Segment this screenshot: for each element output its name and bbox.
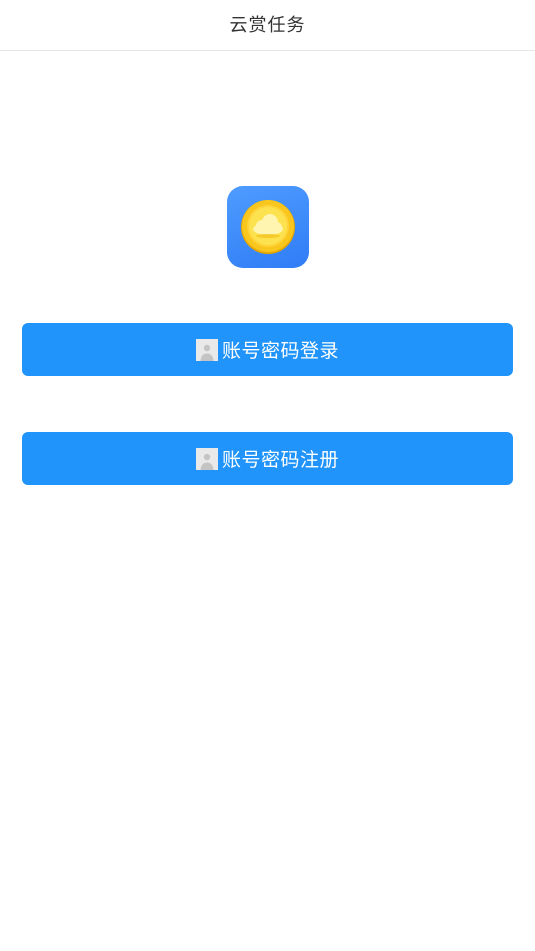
app-logo: [227, 186, 309, 268]
navigation-bar: 云赏任务: [0, 0, 535, 51]
page-title: 云赏任务: [229, 15, 306, 36]
user-placeholder-icon: [195, 447, 218, 470]
register-button-label: 账号密码注册: [221, 449, 339, 471]
register-button[interactable]: 账号密码注册: [22, 432, 513, 485]
login-button-label: 账号密码登录: [221, 340, 339, 362]
login-button[interactable]: 账号密码登录: [22, 323, 513, 376]
app-screen: 云赏任务 账号密码登录 账号密码注册: [0, 0, 535, 951]
user-placeholder-icon: [195, 338, 218, 361]
coin-cloud-icon: [241, 200, 295, 254]
